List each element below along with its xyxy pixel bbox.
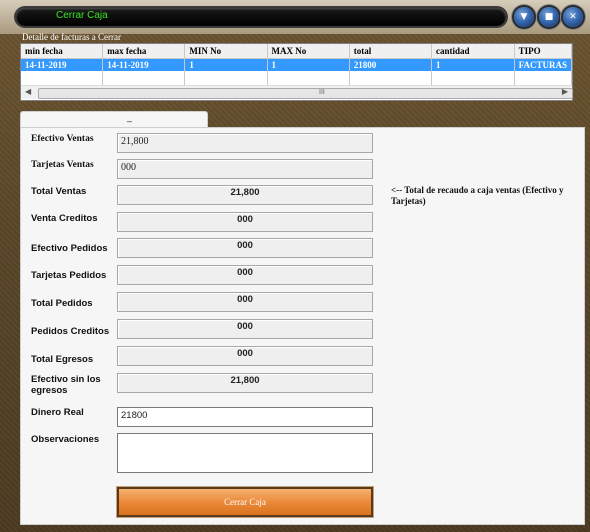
table-cell: 14-11-2019 — [102, 58, 186, 71]
minimize-button[interactable]: ▼ — [514, 7, 534, 27]
observaciones-textarea[interactable] — [117, 433, 373, 473]
section-label: Detalle de facturas a Cerrar — [22, 32, 121, 42]
total-egresos-field: 000 — [117, 346, 373, 366]
column-header[interactable]: min fecha — [21, 44, 104, 59]
observaciones-label: Observaciones — [31, 434, 100, 445]
scroll-left-icon[interactable]: ◀ — [25, 87, 31, 96]
total-egresos-label: Total Egresos — [31, 354, 94, 365]
tarjetas-ventas-field: 000 — [117, 159, 373, 179]
total-ventas-label: Total Ventas — [31, 186, 87, 197]
table-row[interactable]: 14-11-2019 14-11-2019 1 1 21800 1 FACTUR… — [21, 58, 573, 71]
close-icon: ✕ — [569, 12, 577, 22]
close-button[interactable]: ✕ — [563, 7, 583, 27]
efectivo-pedidos-field: 000 — [117, 238, 373, 258]
tarjetas-ventas-label: Tarjetas Ventas — [31, 160, 94, 170]
efectivo-sin-egresos-field: 21,800 — [117, 373, 373, 393]
total-pedidos-label: Total Pedidos — [31, 298, 93, 309]
dinero-real-value: 21800 — [121, 410, 148, 421]
venta-creditos-label: Venta Creditos — [31, 213, 98, 224]
table-cell: 1 — [184, 58, 268, 71]
column-header[interactable]: MAX No — [267, 44, 350, 59]
grid-header-row: min fecha max fecha MIN No MAX No total … — [21, 44, 573, 59]
total-pedidos-value: 000 — [237, 294, 253, 305]
scroll-right-icon[interactable]: ▶ — [562, 87, 568, 96]
column-header[interactable]: cantidad — [431, 44, 515, 59]
efectivo-pedidos-value: 000 — [237, 240, 253, 251]
minimize-icon: ▼ — [520, 12, 528, 22]
efectivo-pedidos-label: Efectivo Pedidos — [31, 243, 108, 254]
efectivo-ventas-value: 21,800 — [121, 136, 149, 147]
title-bar[interactable]: Cerrar Caja ▼ ■ ✕ — [0, 0, 590, 34]
total-ventas-note: <-- Total de recaudo a caja ventas (Efec… — [391, 185, 564, 206]
scroll-thumb[interactable]: III — [38, 88, 573, 99]
maximize-button[interactable]: ■ — [539, 7, 559, 27]
pedidos-creditos-value: 000 — [237, 321, 253, 332]
tarjetas-ventas-value: 000 — [121, 162, 136, 173]
column-header[interactable]: MIN No — [184, 44, 268, 59]
table-cell: 21800 — [349, 58, 432, 71]
total-ventas-field: 21,800 — [117, 185, 373, 205]
cerrar-caja-button[interactable]: Cerrar Caja — [117, 487, 373, 517]
total-ventas-value: 21,800 — [230, 187, 260, 198]
title-pill: Cerrar Caja — [16, 8, 506, 26]
tarjetas-pedidos-field: 000 — [117, 265, 373, 285]
table-cell: FACTURAS — [514, 58, 573, 71]
window-title: Cerrar Caja — [56, 10, 108, 21]
column-header[interactable]: TIPO — [514, 44, 573, 59]
efectivo-sin-egresos-label: Efectivo sin los egresos — [31, 374, 101, 396]
pedidos-creditos-field: 000 — [117, 319, 373, 339]
maximize-icon: ■ — [544, 12, 554, 22]
venta-creditos-field: 000 — [117, 212, 373, 232]
window: Cerrar Caja ▼ ■ ✕ Detalle de facturas a … — [0, 0, 590, 532]
dinero-real-label: Dinero Real — [31, 407, 84, 418]
dinero-real-input[interactable]: 21800 — [117, 407, 373, 427]
pedidos-creditos-label: Pedidos Creditos — [31, 326, 110, 337]
horizontal-scrollbar[interactable]: ◀ III ▶ — [21, 85, 573, 99]
invoice-grid[interactable]: min fecha max fecha MIN No MAX No total … — [20, 43, 573, 101]
tab-label: _ — [127, 112, 133, 122]
summary-panel: Efectivo Ventas 21,800 Tarjetas Ventas 0… — [20, 127, 585, 525]
column-header[interactable]: max fecha — [102, 44, 186, 59]
table-cell: 1 — [431, 58, 515, 71]
tarjetas-pedidos-label: Tarjetas Pedidos — [31, 270, 107, 281]
tarjetas-pedidos-value: 000 — [237, 267, 253, 278]
scroll-grip: III — [319, 89, 325, 96]
efectivo-ventas-label: Efectivo Ventas — [31, 134, 94, 144]
table-cell: 14-11-2019 — [21, 58, 104, 71]
efectivo-ventas-field: 21,800 — [117, 133, 373, 153]
table-cell: 1 — [267, 58, 350, 71]
total-egresos-value: 000 — [237, 348, 253, 359]
efectivo-sin-egresos-value: 21,800 — [230, 375, 260, 386]
total-pedidos-field: 000 — [117, 292, 373, 312]
venta-creditos-value: 000 — [237, 214, 253, 225]
column-header[interactable]: total — [349, 44, 432, 59]
